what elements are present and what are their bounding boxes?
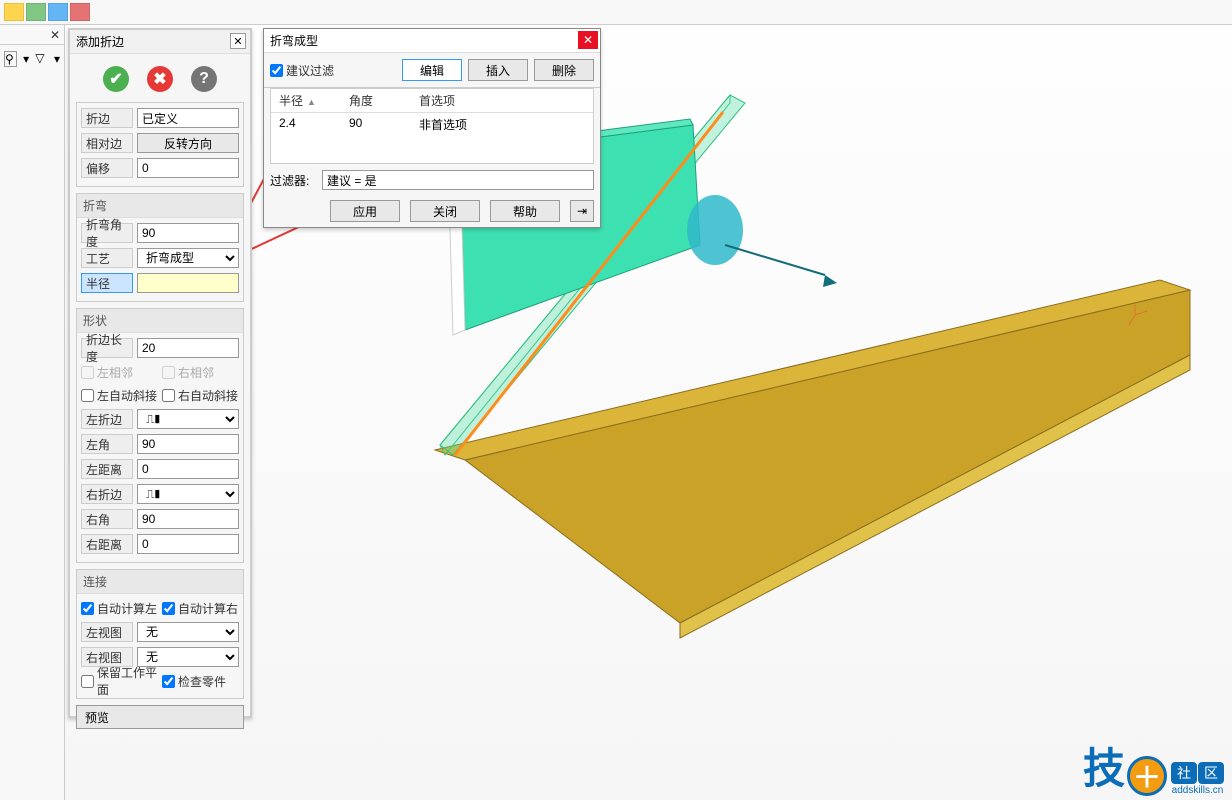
tool-icon[interactable] — [26, 3, 46, 21]
filter-icon[interactable]: ▽ — [35, 51, 48, 67]
label-fold-len: 折边长度 — [81, 338, 133, 358]
left-fold-select[interactable]: ⎍∎ — [137, 409, 239, 429]
cell-pref: 非首选项 — [411, 113, 593, 136]
table-header[interactable]: 半径▲ 角度 首选项 — [271, 89, 593, 113]
label-radius: 半径 — [81, 273, 133, 293]
close-button[interactable]: 关闭 — [410, 200, 480, 222]
label-fold: 折边 — [81, 108, 133, 128]
chk-left-auto[interactable]: 左自动斜接 — [81, 387, 158, 404]
label-process: 工艺 — [81, 248, 133, 268]
right-ang-input[interactable] — [137, 509, 239, 529]
panel-title: 添加折边 ✕ — [70, 30, 250, 54]
panel-title-text: 折弯成型 — [270, 32, 318, 49]
chk-auto-right[interactable]: 自动计算右 — [162, 600, 239, 617]
close-icon[interactable]: ✕ — [578, 31, 598, 49]
label-right-fold: 右折边 — [81, 484, 133, 504]
panel-bend-forming: 折弯成型 ✕ 建议过滤 编辑 插入 删除 半径▲ 角度 首选项 2.4 90 非… — [263, 28, 601, 228]
cancel-button[interactable]: ✖ — [147, 66, 173, 92]
help-button[interactable]: 帮助 — [490, 200, 560, 222]
logo-badge: 区 — [1198, 762, 1224, 784]
tool-icon[interactable] — [48, 3, 68, 21]
label-right-dist: 右距离 — [81, 534, 133, 554]
apply-button[interactable]: 应用 — [330, 200, 400, 222]
sort-asc-icon: ▲ — [307, 97, 316, 107]
left-sidebar: ✕ ⚲ ▾ ▽ ▾ — [0, 25, 65, 800]
filter-input[interactable] — [322, 170, 594, 190]
section-bend: 折弯 — [77, 194, 243, 218]
top-toolbar — [0, 0, 1232, 25]
label-left-view: 左视图 — [81, 622, 133, 642]
process-select[interactable]: 折弯成型 — [137, 248, 239, 268]
table-row[interactable]: 2.4 90 非首选项 — [271, 113, 593, 136]
label-opposite: 相对边 — [81, 133, 133, 153]
bend-table[interactable]: 半径▲ 角度 首选项 2.4 90 非首选项 — [270, 88, 594, 164]
value-fold[interactable]: 已定义 — [137, 108, 239, 128]
dropdown-icon[interactable]: ▾ — [23, 52, 29, 66]
label-right-ang: 右角 — [81, 509, 133, 529]
chk-check-part[interactable]: 检查零件 — [162, 673, 239, 690]
tool-icon[interactable] — [70, 3, 90, 21]
edit-button[interactable]: 编辑 — [402, 59, 462, 81]
offset-input[interactable] — [137, 158, 239, 178]
left-ang-input[interactable] — [137, 434, 239, 454]
col-radius[interactable]: 半径▲ — [271, 89, 341, 112]
logo-text: 技 — [1083, 735, 1123, 796]
label-left-dist: 左距离 — [81, 459, 133, 479]
filter-label: 过滤器: — [270, 172, 318, 189]
left-dist-input[interactable] — [137, 459, 239, 479]
label-offset: 偏移 — [81, 158, 133, 178]
delete-button[interactable]: 删除 — [534, 59, 594, 81]
section-conn: 连接 — [77, 570, 243, 594]
close-icon[interactable]: ✕ — [230, 33, 246, 49]
right-fold-select[interactable]: ⎍∎ — [137, 484, 239, 504]
reverse-button[interactable]: 反转方向 — [137, 133, 239, 153]
col-pref[interactable]: 首选项 — [411, 89, 593, 112]
bend-angle-input[interactable] — [137, 223, 239, 243]
col-angle[interactable]: 角度 — [341, 89, 411, 112]
sidebar-tab-close[interactable]: ✕ — [0, 25, 64, 45]
tool-icon[interactable] — [4, 3, 24, 21]
cell-radius: 2.4 — [271, 113, 341, 136]
pin-icon[interactable]: ⚲ — [4, 51, 17, 67]
dropdown-icon[interactable]: ▾ — [54, 52, 60, 66]
radius-input[interactable] — [137, 273, 239, 293]
logo-badge: 社 — [1171, 762, 1197, 784]
insert-button[interactable]: 插入 — [468, 59, 528, 81]
fold-len-input[interactable] — [137, 338, 239, 358]
label-left-fold: 左折边 — [81, 409, 133, 429]
chk-right-adj: 右相邻 — [162, 364, 239, 381]
preview-button[interactable]: 预览 — [76, 705, 244, 729]
cell-angle: 90 — [341, 113, 411, 136]
label-left-ang: 左角 — [81, 434, 133, 454]
right-dist-input[interactable] — [137, 534, 239, 554]
logo-url: addskills.cn — [1172, 785, 1224, 796]
label-bend-angle: 折弯角度 — [81, 223, 133, 243]
pin-icon[interactable]: ⇥ — [570, 200, 594, 222]
ok-button[interactable]: ✔ — [103, 66, 129, 92]
chk-auto-left[interactable]: 自动计算左 — [81, 600, 158, 617]
help-button[interactable]: ? — [191, 66, 217, 92]
section-shape: 形状 — [77, 309, 243, 333]
panel-title: 折弯成型 ✕ — [264, 29, 600, 53]
chk-left-adj: 左相邻 — [81, 364, 158, 381]
left-view-select[interactable]: 无 — [137, 622, 239, 642]
watermark-logo: 技 ＋ 社 区 addskills.cn — [1083, 735, 1224, 796]
chk-right-auto[interactable]: 右自动斜接 — [162, 387, 239, 404]
panel-add-fold: 添加折边 ✕ ✔ ✖ ? 折边 已定义 相对边 反转方向 偏移 — [68, 28, 252, 718]
logo-plus-icon: ＋ — [1127, 756, 1167, 796]
chk-keep-wp[interactable]: 保留工作平面 — [81, 664, 158, 698]
chk-suggest-filter[interactable]: 建议过滤 — [270, 62, 334, 79]
panel-title-text: 添加折边 — [76, 33, 124, 50]
